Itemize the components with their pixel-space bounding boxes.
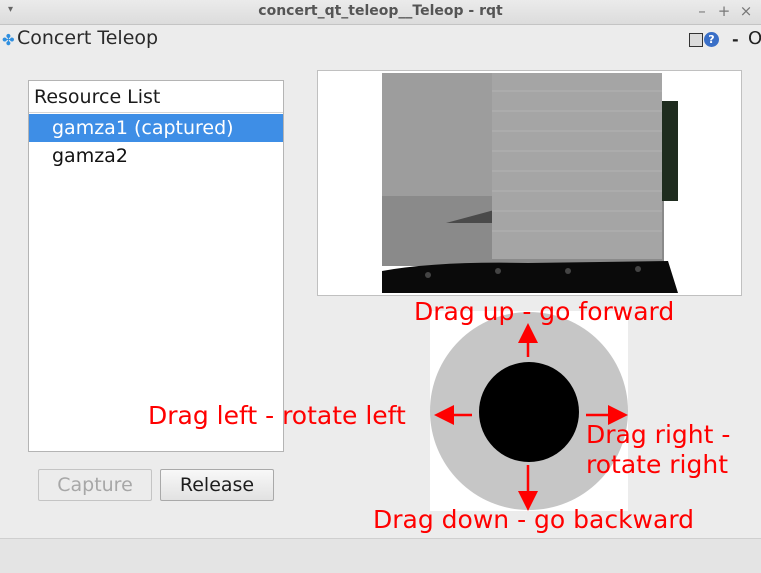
dock-icon[interactable] — [689, 33, 703, 47]
window-titlebar: ▾ concert_qt_teleop__Teleop - rqt – + × — [0, 0, 761, 25]
close-window-icon[interactable]: × — [738, 2, 754, 20]
teleop-plugin-icon: ✤ — [2, 31, 15, 49]
hint-forward: Drag up - go forward — [414, 297, 675, 326]
capture-button[interactable]: Capture — [38, 469, 152, 501]
hint-rotate-left: Drag left - rotate left — [148, 401, 406, 430]
reload-plugin-icon[interactable]: O — [748, 28, 761, 49]
joystick-arrows — [434, 323, 628, 511]
plugin-title: Concert Teleop — [17, 27, 159, 49]
hint-backward: Drag down - go backward — [373, 505, 695, 534]
camera-view — [317, 70, 742, 296]
help-icon[interactable]: ? — [704, 32, 719, 47]
status-bar — [0, 538, 761, 573]
camera-image — [318, 71, 741, 295]
close-plugin-icon[interactable]: - — [732, 30, 739, 49]
maximize-icon[interactable]: + — [716, 2, 732, 20]
resource-list[interactable]: Resource List gamza1 (captured) gamza2 — [28, 80, 284, 452]
minimize-icon[interactable]: – — [694, 2, 710, 20]
hint-rotate-right-line2: rotate right — [586, 450, 729, 479]
list-item-gamza1[interactable]: gamza1 (captured) — [29, 114, 283, 142]
hint-rotate-right-line1: Drag right - — [586, 420, 731, 449]
release-button[interactable]: Release — [160, 469, 274, 501]
window-title: concert_qt_teleop__Teleop - rqt — [258, 3, 503, 19]
resource-list-header: Resource List — [29, 81, 283, 113]
list-item-gamza2[interactable]: gamza2 — [29, 142, 283, 170]
